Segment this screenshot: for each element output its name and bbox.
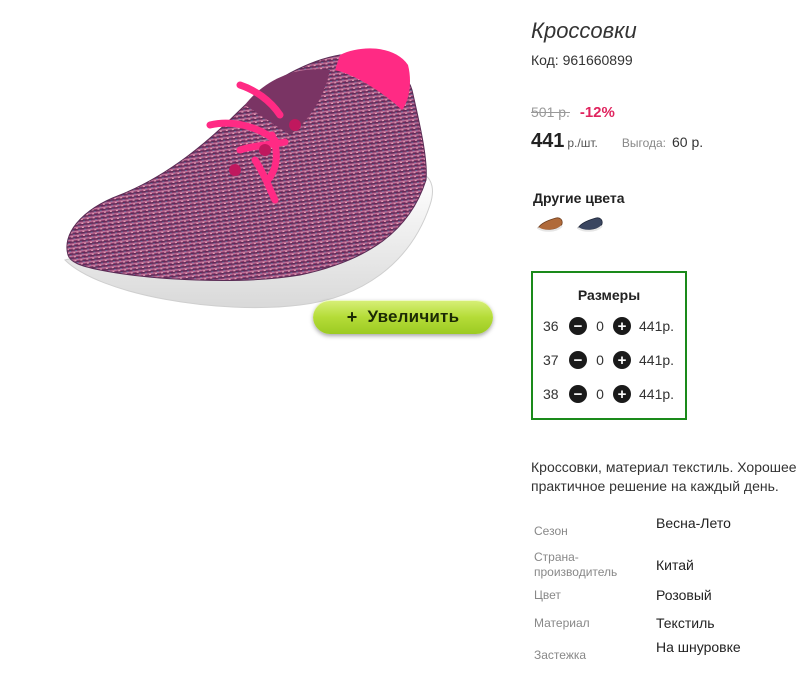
size-row-36: 36 − 0 + 441р. — [543, 316, 674, 336]
product-page: + Увеличить Кроссовки Код: 961660899 501… — [0, 0, 804, 684]
size-number: 36 — [543, 318, 559, 334]
product-description: Кроссовки, материал текстиль. Хорошее пр… — [531, 459, 797, 494]
spec-value: Розовый — [656, 587, 712, 603]
discount-badge: -12% — [579, 104, 615, 121]
spec-value: На шнуровке — [656, 639, 741, 655]
spec-label: Цвет — [534, 588, 561, 602]
minus-icon[interactable]: − — [569, 385, 587, 403]
size-price: 441р. — [639, 352, 675, 368]
spec-value: Китай — [656, 557, 694, 573]
plus-icon[interactable]: + — [613, 351, 631, 369]
spec-label: Материал — [534, 616, 590, 630]
benefit-value: 60 р. — [672, 134, 704, 150]
size-price: 441р. — [639, 386, 675, 402]
navy-shoe-swatch[interactable] — [576, 212, 604, 236]
other-colors-title: Другие цвета — [533, 190, 625, 206]
quantity-value: 0 — [596, 352, 604, 368]
price-row: 441 р./шт. Выгода: 60 р. — [531, 130, 703, 153]
size-row-37: 37 − 0 + 441р. — [543, 350, 674, 370]
zoom-button[interactable]: + Увеличить — [313, 300, 493, 334]
old-price-row: 501 р. -12% — [531, 104, 615, 121]
quantity-value: 0 — [596, 318, 604, 334]
spec-value: Текстиль — [656, 615, 715, 631]
plus-icon[interactable]: + — [613, 317, 631, 335]
spec-label: Застежка — [534, 648, 587, 662]
plus-icon: + — [346, 306, 358, 327]
size-number: 38 — [543, 386, 559, 402]
quantity-value: 0 — [596, 386, 604, 402]
spec-value: Весна-Лето — [656, 515, 731, 531]
product-image-area: + Увеличить — [0, 0, 500, 360]
minus-icon[interactable]: − — [569, 351, 587, 369]
price-unit: р./шт. — [567, 136, 598, 150]
current-price: 441 — [531, 130, 565, 152]
old-price: 501 р. — [531, 104, 570, 120]
size-number: 37 — [543, 352, 559, 368]
spec-label: Сезон — [534, 524, 568, 538]
product-code: Код: 961660899 — [531, 52, 633, 68]
sizes-box: Размеры 36 − 0 + 441р. 37 − 0 + 441р. 38… — [531, 271, 687, 420]
benefit-label: Выгода: — [621, 136, 667, 150]
zoom-button-label: Увеличить — [367, 307, 460, 326]
spec-label: Страна-производитель — [534, 550, 618, 579]
plus-icon[interactable]: + — [613, 385, 631, 403]
color-swatches — [536, 212, 604, 236]
sizes-title: Размеры — [577, 287, 641, 303]
product-title: Кроссовки — [531, 18, 637, 43]
size-row-38: 38 − 0 + 441р. — [543, 384, 674, 404]
product-image — [64, 48, 433, 309]
brown-shoe-swatch[interactable] — [536, 212, 564, 236]
minus-icon[interactable]: − — [569, 317, 587, 335]
size-price: 441р. — [639, 318, 675, 334]
